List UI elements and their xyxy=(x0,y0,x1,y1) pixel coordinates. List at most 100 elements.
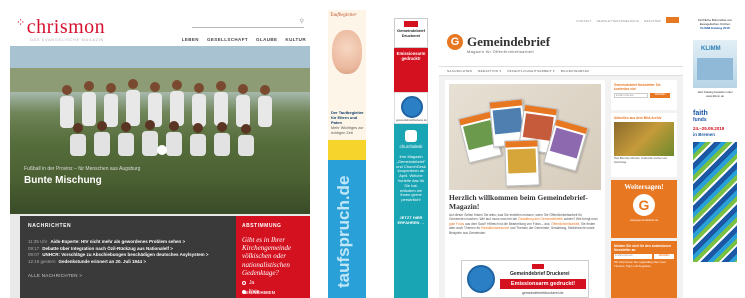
team-photo xyxy=(10,46,310,156)
link-redaktionsbesuche[interactable]: Redaktionsbesuche xyxy=(481,226,509,230)
sidebar: Gemeindebrief Newsletter Sie kostenlos e… xyxy=(611,80,677,298)
gemeindebrief-page: KONTAKT NEWSLETTERANMELDUNG REGISTER G G… xyxy=(439,14,683,298)
nav-item-kultur[interactable]: KULTUR xyxy=(285,37,306,42)
image-archive-widget[interactable]: Aktuelles aus dem Bild-Archiv Das Bild d… xyxy=(611,113,677,177)
main-content: Herzlich willkommen beim Gemeindebrief-M… xyxy=(445,80,605,298)
poll-box: ABSTIMMUNG Gibt es in Ihrer Kirchengemei… xyxy=(236,216,310,298)
poll-option-yes[interactable]: Ja xyxy=(242,280,304,286)
churchdesk-ad[interactable]: churchdesk Ihre Magazin „Gemeindebrief“ … xyxy=(394,124,428,298)
nav-item-redaktion[interactable]: REDAKTION ▾ xyxy=(478,69,501,73)
radio-icon[interactable] xyxy=(242,281,246,286)
poll-heading: ABSTIMMUNG xyxy=(242,223,282,229)
klimm-catalog-image[interactable]: KLIMM xyxy=(693,40,737,88)
faith-funds-logo: faith funds xyxy=(693,110,708,123)
banner-red: Emissionsarm gedruckt! xyxy=(500,279,586,289)
nav-item-bilddatenbank[interactable]: BILDDATENBANK xyxy=(561,69,590,73)
nav-item-gesellschaft[interactable]: GESELLSCHAFT xyxy=(207,37,248,42)
churchdesk-logo-icon xyxy=(405,130,417,142)
nav-item-oeffentlichkeitsarbeit[interactable]: ÖFFENTLICHKEITSARBEIT ▾ xyxy=(507,69,555,73)
site-header: G Gemeindebrief Magazin für Öffentlichke… xyxy=(439,28,683,66)
churchdesk-cta[interactable]: JETZT HIER ERFAHREN → xyxy=(394,215,428,225)
autumn-photo[interactable] xyxy=(614,122,674,156)
gemeindebrief-screenshot: Gemeindebrief Druckerei Emissionsarm ged… xyxy=(379,0,745,298)
churchdesk-brand: churchdesk xyxy=(399,144,423,149)
login-button[interactable] xyxy=(666,17,679,23)
toplink-kontakt[interactable]: KONTAKT xyxy=(577,19,592,23)
klimm-note: Jetzt Katalog bestellen unter www.klimm.… xyxy=(697,90,733,98)
blauer-engel-seal: gemeindebriefdruckerei.de xyxy=(394,92,428,124)
top-links: KONTAKT NEWSLETTERANMELDUNG REGISTER xyxy=(577,17,679,23)
search-icon[interactable]: ⚲ xyxy=(300,18,304,25)
newsletter-send-button[interactable]: SENDEN xyxy=(650,93,670,98)
link-gestaltung[interactable]: Gestaltung des Gemeindebriefs xyxy=(518,217,563,221)
ad-brand: Taufbegleiter xyxy=(330,13,357,18)
chrismon-header: ⁘chrismon DAS EVANGELISCHE MAGAZIN ⚲ LEB… xyxy=(10,10,310,46)
top-bar: KONTAKT NEWSLETTERANMELDUNG REGISTER xyxy=(439,14,683,28)
emission-banner[interactable]: Emissionsarm gedruckt! xyxy=(394,48,428,92)
faith-date: 24.–25.09.2019 xyxy=(693,126,725,131)
faith-graphic xyxy=(693,142,737,262)
druckerei-logo xyxy=(404,21,418,27)
gemeindebrief-logo-icon: G xyxy=(633,194,655,216)
nav-item-nachrichten[interactable]: NACHRICHTEN xyxy=(447,69,472,73)
ad-more: Mehr Wichtiges zur richtigen Zeit xyxy=(331,126,364,135)
ad-baby-panel[interactable]: Taufbegleiter Der Taufbegleiter für Elte… xyxy=(328,10,366,140)
newsletter-signup-widget: Melden Sie sich für den kostenlosen News… xyxy=(611,241,677,298)
druckerei-name: Gemeindebrief Druckerei xyxy=(396,28,425,38)
ad-vertical-text: taufspruch.de xyxy=(334,175,353,288)
banner-url: gemeindebriefdruckerei.de xyxy=(522,291,564,295)
shelf-image xyxy=(697,58,733,80)
chrismon-screenshot: ⁘chrismon DAS EVANGELISCHE MAGAZIN ⚲ LEB… xyxy=(0,0,373,298)
search-input[interactable]: ⚲ xyxy=(192,18,304,28)
poll-submit-button[interactable]: TEILNEHMEN xyxy=(242,290,275,295)
main-nav: LEBEN GESELLSCHAFT GLAUBE KULTUR xyxy=(182,37,306,42)
link-gute-fotos[interactable]: gute Fotos xyxy=(449,222,464,226)
welcome-heading: Herzlich willkommen beim Gemeindebrief-M… xyxy=(449,193,588,211)
all-news-link[interactable]: ALLE NACHRICHTEN > xyxy=(28,273,228,278)
newsletter-email-input[interactable]: E-Mail-Adresse xyxy=(614,93,648,98)
site-tagline: Magazin für Öffentlichkeitsarbeit xyxy=(467,49,534,54)
poll-question: Gibt es in Ihrer Kirchengemeinde völkisc… xyxy=(242,236,292,277)
hero-title[interactable]: Bunte Mischung xyxy=(24,175,102,186)
toplink-register[interactable]: REGISTER xyxy=(644,19,661,23)
druckerei-logo-box[interactable]: Gemeindebrief Druckerei xyxy=(394,18,428,48)
magazine-cover xyxy=(504,139,540,187)
ad-title: Der Taufbegleiter für Eltern und Paten xyxy=(331,110,364,125)
signup-send-button[interactable]: SENDEN xyxy=(654,254,674,259)
hero-caption: Fußball in der Provinz – für Menschen au… xyxy=(24,166,141,172)
ad-yellow-band xyxy=(328,140,366,160)
klimm-ad-header: Kirchliche Büromöbel von Evangelischen K… xyxy=(697,18,733,30)
toplink-newsletter[interactable]: NEWSLETTERANMELDUNG xyxy=(597,19,640,23)
chrismon-subtitle: DAS EVANGELISCHE MAGAZIN xyxy=(30,37,104,42)
news-item[interactable]: 12:19 gestern Gedenkstunde erinnert an 20… xyxy=(28,259,228,266)
main-nav: NACHRICHTEN REDAKTION ▾ ÖFFENTLICHKEITSA… xyxy=(439,66,683,76)
newsletter-widget: Gemeindebrief Newsletter Sie kostenlos e… xyxy=(611,80,677,110)
chrismon-logo[interactable]: ⁘chrismon xyxy=(16,16,105,39)
druckerei-banner-ad[interactable]: Gemeindebrief Druckerei Emissionsarm ged… xyxy=(461,260,589,298)
hero-teaser[interactable]: Fußball in der Provinz – für Menschen au… xyxy=(10,46,310,214)
druckerei-url: gemeindebriefdruckerei.de xyxy=(396,119,427,122)
left-skyscraper-ad[interactable]: Gemeindebrief Druckerei Emissionsarm ged… xyxy=(394,18,428,298)
link-oeffentlichkeitsarbeit[interactable]: Öffentlichkeitsarbeit xyxy=(551,222,579,226)
baby-photo xyxy=(332,30,362,74)
signup-email-input[interactable]: E-Mail-Adresse xyxy=(614,254,652,259)
magazine-stack-photo xyxy=(449,84,601,190)
blue-angel-icon xyxy=(401,96,423,118)
intro-text: Auf dieser Seiten finden Sie alles, was … xyxy=(449,213,598,235)
faith-city: in Bremen xyxy=(693,132,716,137)
banner-name: Gemeindebrief Druckerei xyxy=(510,271,570,277)
druckerei-logo xyxy=(532,264,544,269)
weitersagen-widget[interactable]: Weitersagen! G www.gemeindebrief.de xyxy=(611,180,677,238)
taufbegleiter-ad[interactable]: Taufbegleiter Der Taufbegleiter für Elte… xyxy=(328,10,366,298)
faith-funds-ad[interactable]: faith funds 24.–25.09.2019 in Bremen xyxy=(691,108,739,268)
ad-blue-panel[interactable]: taufspruch.de xyxy=(328,160,366,298)
news-heading: NACHRICHTEN xyxy=(28,223,72,229)
churchdesk-body: Ihre Magazin „Gemeindebrief“ und ChurchD… xyxy=(396,154,426,203)
nav-item-leben[interactable]: LEBEN xyxy=(182,37,199,42)
cross-dots-icon: ⁘ xyxy=(16,17,26,29)
nav-item-glaube[interactable]: GLAUBE xyxy=(256,37,277,42)
blue-angel-icon xyxy=(467,265,495,293)
site-title[interactable]: Gemeindebrief xyxy=(467,34,550,50)
gemeindebrief-logo-icon[interactable]: G xyxy=(447,34,463,50)
right-skyscraper-ad[interactable]: Kirchliche Büromöbel von Evangelischen K… xyxy=(691,18,739,298)
